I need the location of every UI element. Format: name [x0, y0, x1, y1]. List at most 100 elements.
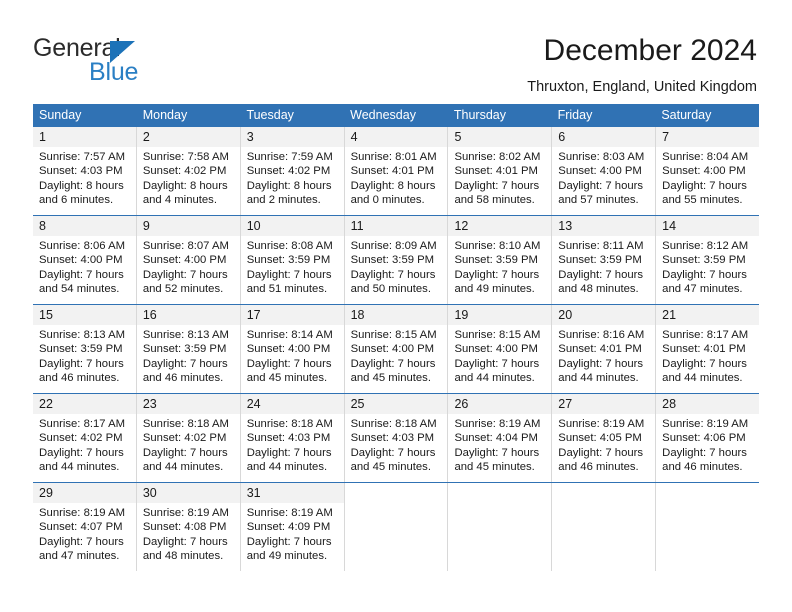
day-cell[interactable]: 9 Sunrise: 8:07 AM Sunset: 4:00 PM Dayli…	[136, 216, 241, 304]
sunset-text: Sunset: 4:05 PM	[558, 432, 642, 445]
day-cell[interactable]: 16 Sunrise: 8:13 AM Sunset: 3:59 PM Dayl…	[136, 305, 241, 393]
sunrise-text: Sunrise: 8:17 AM	[662, 329, 749, 341]
day-cell[interactable]: 3 Sunrise: 7:59 AM Sunset: 4:02 PM Dayli…	[240, 127, 345, 215]
day-cell[interactable]: 26 Sunrise: 8:19 AM Sunset: 4:04 PM Dayl…	[448, 394, 553, 482]
sunrise-text: Sunrise: 8:06 AM	[39, 240, 126, 252]
daylight-text-line1: Daylight: 7 hours	[142, 357, 228, 370]
day-details: Sunrise: 8:10 AM Sunset: 3:59 PM Dayligh…	[448, 236, 551, 297]
daylight-text-line1: Daylight: 7 hours	[454, 268, 540, 281]
sunset-text: Sunset: 4:01 PM	[662, 343, 746, 356]
sunrise-text: Sunrise: 8:03 AM	[558, 151, 645, 163]
sunrise-text: Sunrise: 8:18 AM	[246, 418, 333, 430]
daylight-text-line1: Daylight: 7 hours	[246, 268, 332, 281]
day-cell[interactable]: 19 Sunrise: 8:15 AM Sunset: 4:00 PM Dayl…	[448, 305, 553, 393]
day-details: Sunrise: 8:15 AM Sunset: 4:00 PM Dayligh…	[345, 325, 448, 386]
day-cell[interactable]: 25 Sunrise: 8:18 AM Sunset: 4:03 PM Dayl…	[344, 394, 449, 482]
daylight-text-line2: and 2 minutes.	[246, 194, 321, 207]
day-cell[interactable]: 7 Sunrise: 8:04 AM Sunset: 4:00 PM Dayli…	[656, 127, 760, 215]
day-cell[interactable]: 30 Sunrise: 8:19 AM Sunset: 4:08 PM Dayl…	[136, 483, 241, 571]
day-cell[interactable]: 8 Sunrise: 8:06 AM Sunset: 4:00 PM Dayli…	[33, 216, 137, 304]
day-cell[interactable]: 15 Sunrise: 8:13 AM Sunset: 3:59 PM Dayl…	[33, 305, 137, 393]
day-cell[interactable]: 6 Sunrise: 8:03 AM Sunset: 4:00 PM Dayli…	[552, 127, 657, 215]
daylight-text-line2: and 45 minutes.	[350, 372, 431, 385]
day-cell[interactable]: 4 Sunrise: 8:01 AM Sunset: 4:01 PM Dayli…	[344, 127, 449, 215]
daylight-text-line2: and 54 minutes.	[39, 283, 120, 296]
day-cell[interactable]: 28 Sunrise: 8:19 AM Sunset: 4:06 PM Dayl…	[656, 394, 760, 482]
location-subtitle: Thruxton, England, United Kingdom	[527, 79, 757, 95]
sunrise-text: Sunrise: 8:15 AM	[454, 329, 541, 341]
day-details: Sunrise: 8:09 AM Sunset: 3:59 PM Dayligh…	[345, 236, 448, 297]
day-cell[interactable]: 17 Sunrise: 8:14 AM Sunset: 4:00 PM Dayl…	[240, 305, 345, 393]
daylight-text-line2: and 4 minutes.	[142, 194, 217, 207]
day-details: Sunrise: 7:58 AM Sunset: 4:02 PM Dayligh…	[137, 147, 240, 208]
day-number: 30	[136, 483, 240, 503]
day-details: Sunrise: 8:02 AM Sunset: 4:01 PM Dayligh…	[448, 147, 551, 208]
daylight-text-line2: and 44 minutes.	[662, 372, 743, 385]
day-number: 8	[33, 216, 136, 236]
day-cell[interactable]: 11 Sunrise: 8:09 AM Sunset: 3:59 PM Dayl…	[344, 216, 449, 304]
day-cell[interactable]: 2 Sunrise: 7:58 AM Sunset: 4:02 PM Dayli…	[136, 127, 241, 215]
weekday-sunday: Sunday	[39, 108, 82, 122]
weekday-friday: Friday	[557, 108, 593, 122]
daylight-text-line1: Daylight: 8 hours	[350, 179, 436, 192]
day-cell[interactable]: 27 Sunrise: 8:19 AM Sunset: 4:05 PM Dayl…	[552, 394, 657, 482]
page-title: December 2024	[543, 34, 757, 67]
day-cell[interactable]: 1 Sunrise: 7:57 AM Sunset: 4:03 PM Dayli…	[33, 127, 137, 215]
day-number: 16	[136, 305, 240, 325]
sunrise-text: Sunrise: 8:09 AM	[350, 240, 437, 252]
day-cell[interactable]: 21 Sunrise: 8:17 AM Sunset: 4:01 PM Dayl…	[656, 305, 760, 393]
day-details: Sunrise: 8:14 AM Sunset: 4:00 PM Dayligh…	[241, 325, 344, 386]
sunrise-text: Sunrise: 8:18 AM	[350, 418, 437, 430]
day-number: 4	[344, 127, 448, 147]
daylight-text-line2: and 46 minutes.	[142, 372, 224, 385]
day-cell[interactable]: 10 Sunrise: 8:08 AM Sunset: 3:59 PM Dayl…	[240, 216, 345, 304]
sunrise-text: Sunrise: 7:59 AM	[246, 151, 333, 163]
sunset-text: Sunset: 3:59 PM	[39, 343, 123, 356]
day-cell[interactable]: 18 Sunrise: 8:15 AM Sunset: 4:00 PM Dayl…	[344, 305, 449, 393]
day-number: 7	[656, 127, 760, 147]
sunset-text: Sunset: 4:01 PM	[558, 343, 642, 356]
daylight-text-line1: Daylight: 7 hours	[39, 446, 124, 459]
sunrise-text: Sunrise: 8:08 AM	[246, 240, 333, 252]
day-cell[interactable]: 24 Sunrise: 8:18 AM Sunset: 4:03 PM Dayl…	[240, 394, 345, 482]
day-number: 13	[552, 216, 656, 236]
general-blue-logo: General Blue	[33, 34, 233, 86]
daylight-text-line2: and 6 minutes.	[39, 194, 114, 207]
sunset-text: Sunset: 4:07 PM	[39, 521, 123, 534]
daylight-text-line1: Daylight: 7 hours	[350, 268, 436, 281]
day-cell[interactable]: 22 Sunrise: 8:17 AM Sunset: 4:02 PM Dayl…	[33, 394, 137, 482]
sunrise-text: Sunrise: 8:13 AM	[142, 329, 229, 341]
daylight-text-line1: Daylight: 7 hours	[246, 535, 332, 548]
daylight-text-line2: and 46 minutes.	[39, 372, 120, 385]
sunset-text: Sunset: 4:00 PM	[142, 254, 227, 267]
sunset-text: Sunset: 4:00 PM	[39, 254, 123, 267]
day-cell[interactable]: 13 Sunrise: 8:11 AM Sunset: 3:59 PM Dayl…	[552, 216, 657, 304]
day-cell[interactable]: 14 Sunrise: 8:12 AM Sunset: 3:59 PM Dayl…	[656, 216, 760, 304]
sunrise-text: Sunrise: 8:17 AM	[39, 418, 126, 430]
sunrise-text: Sunrise: 7:57 AM	[39, 151, 126, 163]
day-cell[interactable]: 23 Sunrise: 8:18 AM Sunset: 4:02 PM Dayl…	[136, 394, 241, 482]
daylight-text-line2: and 47 minutes.	[662, 283, 743, 296]
day-cell[interactable]: 12 Sunrise: 8:10 AM Sunset: 3:59 PM Dayl…	[448, 216, 553, 304]
day-cell-empty	[552, 483, 657, 571]
daylight-text-line2: and 58 minutes.	[454, 194, 535, 207]
sunset-text: Sunset: 4:04 PM	[454, 432, 538, 445]
day-number: 21	[656, 305, 760, 325]
daylight-text-line1: Daylight: 8 hours	[39, 179, 124, 192]
day-cell[interactable]: 31 Sunrise: 8:19 AM Sunset: 4:09 PM Dayl…	[240, 483, 345, 571]
sunrise-text: Sunrise: 8:19 AM	[454, 418, 541, 430]
day-number: 18	[344, 305, 448, 325]
weekday-wednesday: Wednesday	[350, 108, 416, 122]
day-cell[interactable]: 20 Sunrise: 8:16 AM Sunset: 4:01 PM Dayl…	[552, 305, 657, 393]
daylight-text-line1: Daylight: 7 hours	[142, 535, 228, 548]
day-cell[interactable]: 29 Sunrise: 8:19 AM Sunset: 4:07 PM Dayl…	[33, 483, 137, 571]
daylight-text-line2: and 45 minutes.	[246, 372, 328, 385]
daylight-text-line1: Daylight: 7 hours	[558, 357, 644, 370]
day-details: Sunrise: 8:03 AM Sunset: 4:00 PM Dayligh…	[552, 147, 655, 208]
day-cell-empty	[448, 483, 553, 571]
sunrise-text: Sunrise: 8:19 AM	[558, 418, 645, 430]
sunset-text: Sunset: 4:02 PM	[39, 432, 123, 445]
sunrise-text: Sunrise: 8:16 AM	[558, 329, 645, 341]
day-number: 9	[136, 216, 240, 236]
day-cell[interactable]: 5 Sunrise: 8:02 AM Sunset: 4:01 PM Dayli…	[448, 127, 553, 215]
